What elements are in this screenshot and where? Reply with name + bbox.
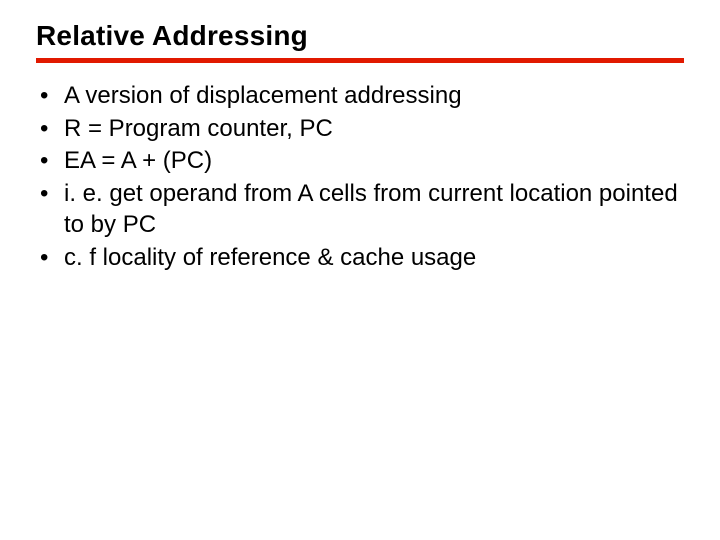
list-item: A version of displacement addressing <box>36 81 684 112</box>
list-item: i. e. get operand from A cells from curr… <box>36 179 684 240</box>
list-item: c. f locality of reference & cache usage <box>36 243 684 274</box>
title-underline <box>36 58 684 63</box>
list-item-text: i. e. get operand from A cells from curr… <box>64 180 678 238</box>
list-item-text: EA = A + (PC) <box>64 147 212 174</box>
list-item: R = Program counter, PC <box>36 114 684 145</box>
slide: Relative Addressing A version of displac… <box>0 0 720 540</box>
list-item-text: A version of displacement addressing <box>64 82 462 109</box>
list-item: EA = A + (PC) <box>36 146 684 177</box>
list-item-text: c. f locality of reference & cache usage <box>64 244 476 271</box>
bullet-list: A version of displacement addressing R =… <box>36 81 684 273</box>
slide-title: Relative Addressing <box>36 20 684 52</box>
list-item-text: R = Program counter, PC <box>64 115 333 142</box>
